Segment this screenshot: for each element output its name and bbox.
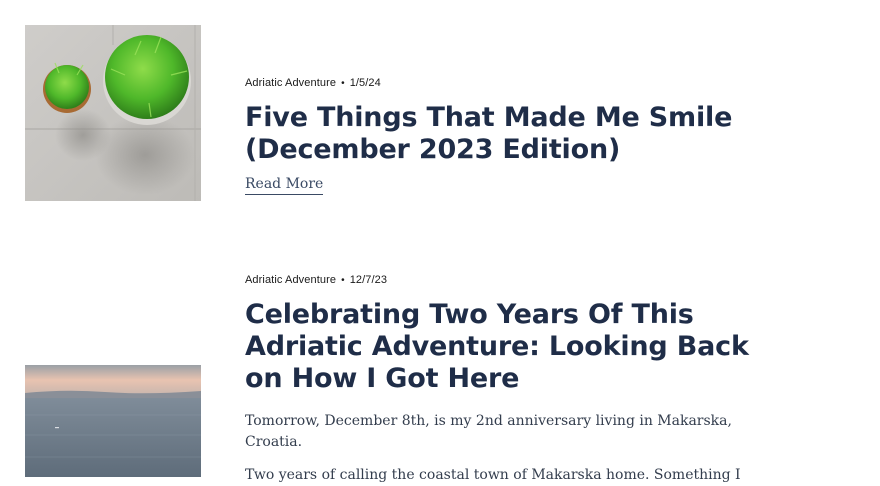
potted-grass-plants-image	[25, 25, 201, 201]
post-date: 12/7/23	[349, 274, 388, 286]
read-more-link[interactable]: Read More	[245, 176, 324, 195]
blog-post: Adriatic Adventure • 12/7/23 Celebrating T…	[0, 230, 880, 483]
post-category[interactable]: Adriatic Adventure	[245, 77, 336, 89]
post-excerpt: Two years of calling the coastal town of…	[245, 467, 741, 483]
post-category[interactable]: Adriatic Adventure	[245, 274, 336, 286]
post-excerpt: Tomorrow, December 8th, is my 2nd annive…	[245, 413, 732, 450]
sea-horizon-image	[25, 365, 201, 477]
post-title[interactable]: Five Things That Made Me Smile (December…	[245, 102, 765, 166]
post-meta: Adriatic Adventure • 12/7/23	[245, 273, 745, 288]
post-thumbnail-link[interactable]	[25, 365, 201, 477]
post-title[interactable]: Celebrating Two Years Of This Adriatic A…	[245, 299, 765, 395]
meta-separator: •	[341, 275, 345, 286]
meta-separator: •	[341, 78, 345, 89]
post-content: Adriatic Adventure • 1/5/24 Five Things Th…	[245, 76, 745, 195]
post-thumbnail-link[interactable]	[25, 25, 201, 201]
blog-post: Adriatic Adventure • 1/5/24 Five Things Th…	[0, 0, 880, 230]
post-date: 1/5/24	[349, 77, 381, 89]
post-content: Adriatic Adventure • 12/7/23 Celebrating T…	[245, 273, 749, 486]
post-meta: Adriatic Adventure • 1/5/24	[245, 76, 745, 91]
